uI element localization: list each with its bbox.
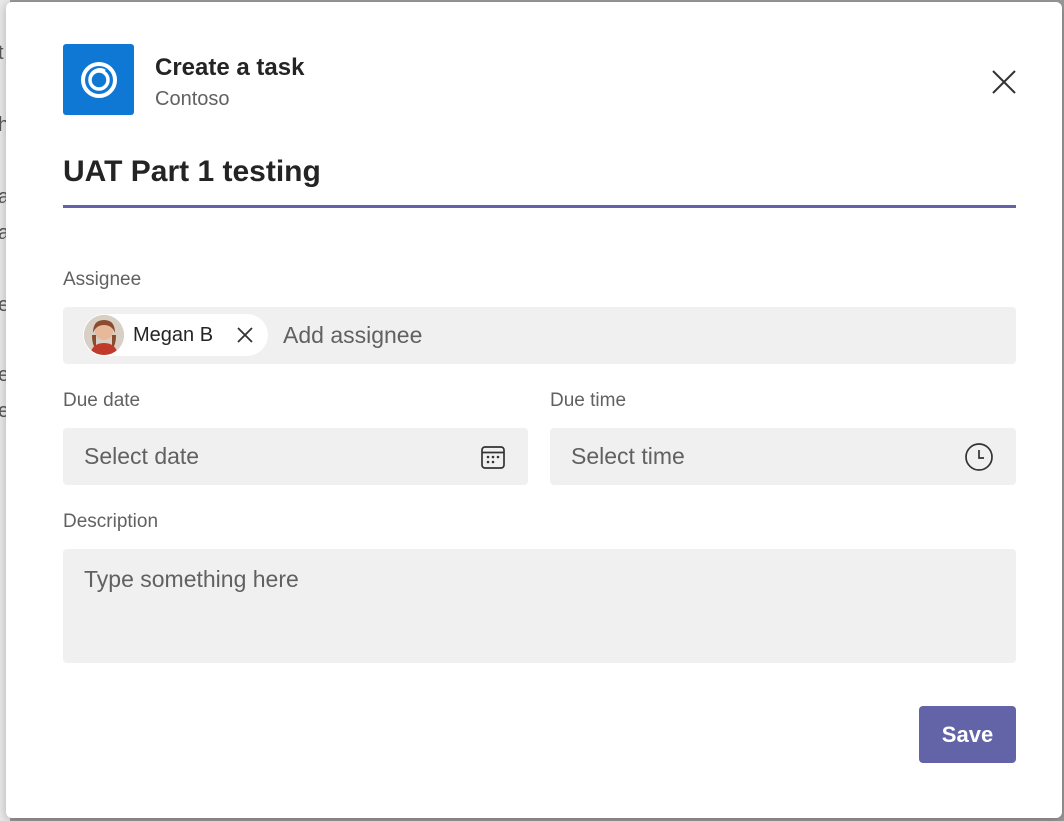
assignee-chip[interactable]: Megan B — [83, 314, 268, 356]
create-task-dialog: Create a task Contoso UAT Part 1 testing… — [6, 2, 1062, 818]
due-time-placeholder: Select time — [571, 443, 685, 469]
dialog-title: Create a task — [155, 54, 305, 81]
due-date-picker[interactable]: Select date — [63, 428, 528, 485]
close-button[interactable] — [988, 66, 1020, 98]
avatar-image — [84, 315, 124, 355]
description-label: Description — [63, 511, 159, 532]
due-time-picker[interactable]: Select time — [550, 428, 1016, 485]
avatar — [84, 315, 124, 355]
add-assignee-input[interactable]: Add assignee — [283, 322, 422, 349]
calendar-icon — [481, 446, 505, 469]
contoso-app-logo — [63, 44, 134, 115]
assignee-label: Assignee — [63, 269, 142, 290]
dialog-subtitle: Contoso — [155, 88, 230, 110]
clock-icon — [965, 443, 993, 471]
assignee-field[interactable]: Megan B Add assignee — [63, 307, 1016, 364]
due-date-placeholder: Select date — [84, 443, 200, 469]
save-button[interactable]: Save — [919, 706, 1016, 763]
close-icon — [992, 70, 1016, 94]
assignee-name: Megan B — [133, 323, 214, 346]
description-placeholder: Type something here — [84, 566, 299, 592]
app-logo-icon — [80, 61, 117, 98]
calendar-button[interactable] — [479, 443, 507, 471]
close-icon — [237, 327, 253, 343]
task-title-input[interactable]: UAT Part 1 testing — [63, 150, 1016, 208]
remove-assignee-button[interactable] — [235, 325, 255, 345]
description-textarea[interactable]: Type something here — [63, 549, 1016, 663]
clock-button[interactable] — [964, 442, 994, 472]
background-text: t — [0, 42, 4, 64]
due-time-label: Due time — [550, 390, 627, 411]
due-date-label: Due date — [63, 390, 141, 411]
